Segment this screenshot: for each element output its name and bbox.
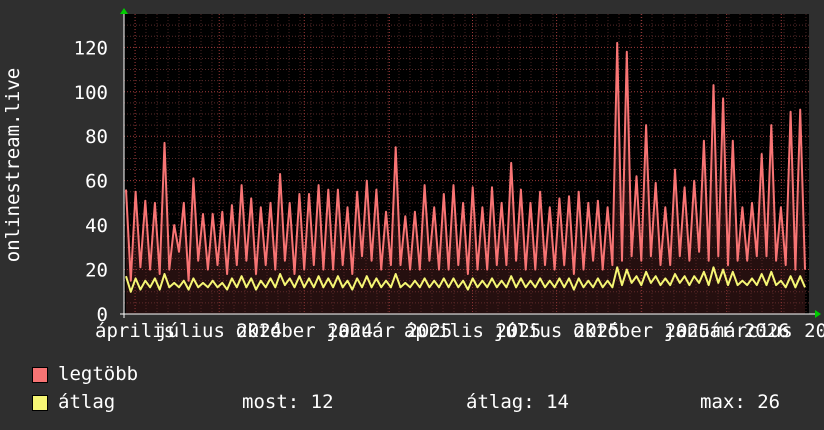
legend-label-avg: átlag: [58, 391, 116, 413]
stat-average: átlag: 14: [466, 391, 569, 413]
x-axis-arrow: [815, 310, 821, 318]
legend-swatch-avg: [32, 395, 48, 411]
y-tick-label: 100: [74, 82, 108, 104]
y-tick-label: 40: [85, 215, 108, 237]
y-tick-label: 60: [85, 171, 108, 193]
stat-current: most: 12: [242, 391, 334, 413]
y-tick-label: 120: [74, 37, 108, 59]
chart: 020406080100120 áprilisjúlius 2024októbe…: [2, 8, 824, 342]
x-axis-ticks: áprilisjúlius 2024október 2024január 202…: [95, 320, 824, 342]
legend-label-max: legtöbb: [58, 363, 139, 385]
y-axis-arrow: [120, 8, 128, 14]
stat-max: max: 26: [700, 391, 781, 413]
x-tick-label: március 2026: [713, 320, 824, 342]
y-axis-ticks: 020406080100120: [74, 37, 108, 326]
legend-swatch-max: [32, 367, 48, 383]
y-axis-label: onlinestream.live: [2, 68, 24, 262]
y-tick-label: 80: [85, 126, 108, 148]
y-tick-label: 20: [85, 260, 108, 282]
